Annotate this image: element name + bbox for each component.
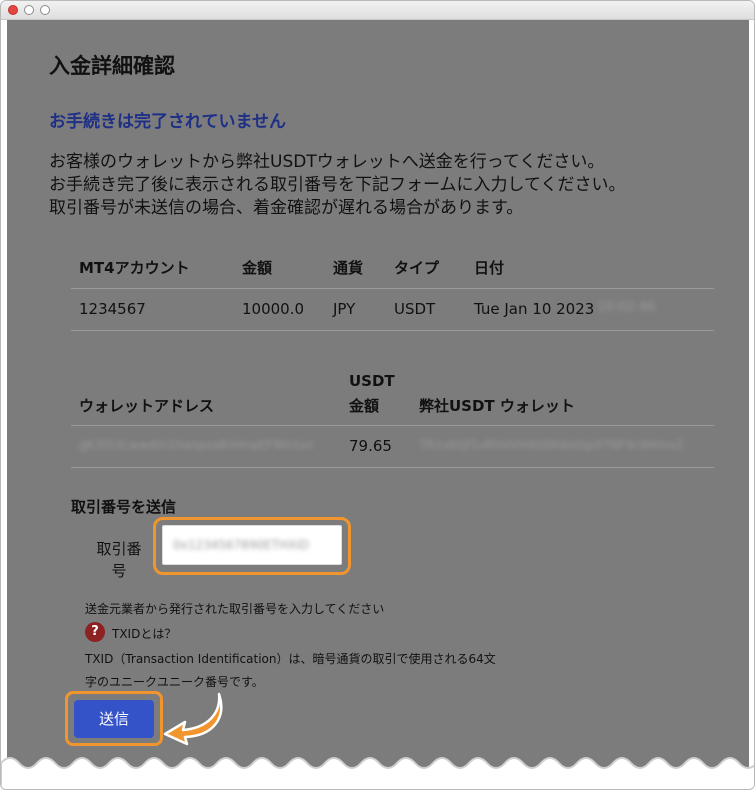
txid-description-line-2: 字のユニークユニーク番号です。 [85,675,264,689]
browser-window: 入金詳細確認 お手続きは完了されていません お客様のウォレットから弊社USDTウ… [0,0,755,790]
txid-input-value: 0x1234567890ETHXID [173,538,310,552]
table-cell-account: 1234567 [79,300,146,318]
table-cell-currency: JPY [333,300,356,318]
instruction-line-1: お客様のウォレットから弊社USDTウォレットへ送金を行ってください。 [49,152,605,172]
table-cell-wallet-address: gK3t53Lwwdm1hanpza8nHnaEFWn1sn [79,438,314,452]
table-cell-type: USDT [394,300,436,318]
close-dot-icon[interactable] [8,5,18,15]
table-header-usdt: USDT [349,372,395,390]
table-divider [71,467,714,468]
table-header-account: MT4アカウント [79,259,190,277]
zoom-dot-icon[interactable] [40,5,50,15]
txid-description-line-1: TXID（Transaction Identification）は、暗号通貨の取… [85,652,496,666]
table-cell-time-redacted: 10:02:46 [597,300,656,315]
torn-edge-decoration [1,757,754,789]
txid-section-title: 取引番号を送信 [71,498,177,516]
page-content: 入金詳細確認 お手続きは完了されていません お客様のウォレットから弊社USDTウ… [7,20,749,789]
arrow-pointer-icon [163,692,223,746]
status-message: お手続きは完了されていません [49,112,286,132]
table-header-company-wallet: 弊社USDT ウォレット [419,397,575,415]
submit-button[interactable]: 送信 [74,700,154,738]
table-header-date: 日付 [474,259,505,277]
txid-input[interactable]: 0x1234567890ETHXID [162,525,342,565]
table-header-usdt-amount: 金額 [349,397,380,415]
table-cell-amount: 10000.0 [242,300,305,318]
table-divider [71,425,714,426]
table-divider [71,288,714,289]
table-cell-date: Tue Jan 10 2023 [474,300,595,318]
instruction-line-2: お手続き完了後に表示される取引番号を下記フォームに入力してください。 [49,175,626,195]
txid-help-text: 送金元業者から発行された取引番号を入力してください [85,602,385,616]
title-bar [1,1,754,20]
table-header-type: タイプ [394,259,440,277]
question-icon[interactable]: ? [85,622,105,642]
table-divider [71,330,714,331]
minimize-dot-icon[interactable] [24,5,34,15]
txid-field-label: 取引番号 [96,540,142,580]
table-cell-usdt-amount: 79.65 [349,437,392,455]
instructions: お客様のウォレットから弊社USDTウォレットへ送金を行ってください。 お手続き完… [49,151,729,220]
table-header-currency: 通貨 [333,259,364,277]
instruction-line-3: 取引番号が未送信の場合、着金確認が遅れる場合があります。 [49,198,524,218]
table-cell-company-wallet: TR1vbQf1vRhUVH4GDhbUGpXTNF9c9HmxZ [419,438,684,452]
table-header-wallet-address: ウォレットアドレス [79,397,215,415]
page-title: 入金詳細確認 [49,54,175,78]
table-header-amount: 金額 [242,259,273,277]
txid-info-link[interactable]: TXIDとは？ [112,625,176,642]
